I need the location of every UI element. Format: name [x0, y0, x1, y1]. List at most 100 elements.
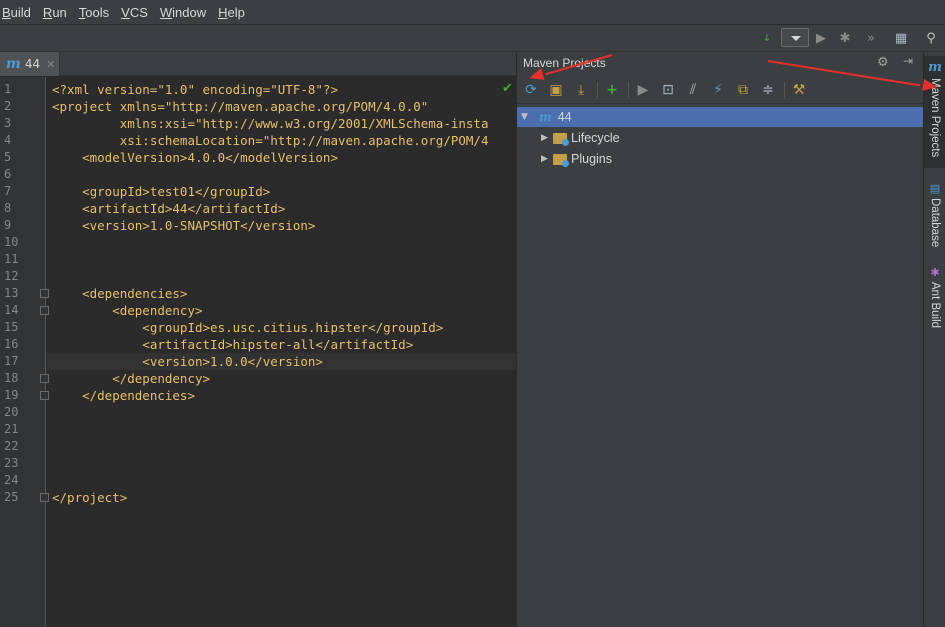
ant-icon: ✱ [930, 266, 940, 279]
tree-item-label: Lifecycle [571, 131, 620, 145]
skip-tests-icon[interactable]: ⚡ [709, 81, 727, 99]
folder-icon [553, 132, 569, 146]
menu-run[interactable]: Run [41, 5, 72, 20]
run-goal-icon[interactable]: ▶ [634, 81, 652, 99]
line-number: 15 [4, 320, 19, 334]
line-number: 6 [4, 167, 12, 181]
line-number: 2 [4, 99, 12, 113]
line-number: 8 [4, 201, 12, 215]
code-line[interactable]: <version>1.0-SNAPSHOT</version> [52, 217, 315, 234]
tree-item-lifecycle[interactable]: ▶ Lifecycle [517, 128, 924, 148]
side-tab-database[interactable]: ▤ Database [924, 182, 945, 254]
menu-tools[interactable]: Tools [77, 5, 114, 20]
coverage-icon[interactable]: » [862, 29, 880, 47]
database-icon: ▤ [929, 182, 941, 195]
show-dependencies-icon[interactable]: ⧉ [734, 81, 752, 99]
side-tab-maven-projects[interactable]: m Maven Projects [924, 56, 945, 168]
line-number: 4 [4, 133, 12, 147]
line-number: 24 [4, 473, 19, 487]
tree-item-root[interactable]: ▼ m 44 [517, 107, 924, 127]
download-sources-icon[interactable]: ⤓ [572, 81, 590, 99]
code-line[interactable]: <groupId>test01</groupId> [52, 183, 270, 200]
menu-bar: Build Run Tools VCS Window Help [0, 0, 945, 25]
code-line[interactable]: xmlns:xsi="http://www.w3.org/2001/XMLSch… [52, 115, 489, 132]
maven-icon: m [928, 60, 942, 75]
expanded-icon[interactable]: ▼ [521, 112, 533, 122]
line-number: 3 [4, 116, 12, 130]
annotation-arrow-head [922, 78, 938, 94]
code-area[interactable]: <?xml version="1.0" encoding="UTF-8"?> <p… [47, 77, 516, 627]
line-number: 1 [4, 82, 12, 96]
line-number: 5 [4, 150, 12, 164]
close-icon[interactable]: ✕ [46, 58, 55, 71]
line-number: 25 [4, 490, 19, 504]
run-configuration-select[interactable] [781, 28, 809, 47]
code-line[interactable]: <dependencies> [52, 285, 187, 302]
line-gutter: 1 2 3 4 5 6 7 8 9 10 11 12 13 14 15 16 17 18 19 20 21 22 23 24 2… [0, 77, 49, 627]
line-number: 20 [4, 405, 19, 419]
line-number: 21 [4, 422, 19, 436]
collapse-all-icon[interactable]: ≑ [759, 81, 777, 99]
menu-build[interactable]: Build [0, 5, 36, 20]
menu-window[interactable]: Window [158, 5, 211, 20]
collapsed-icon[interactable]: ▶ [541, 154, 553, 164]
debug-icon[interactable]: ✱ [836, 29, 854, 47]
gear-icon[interactable]: ⚙ [877, 55, 889, 70]
code-editor[interactable]: 1 2 3 4 5 6 7 8 9 10 11 12 13 14 15 16 17 18 19 20 21 22 23 24 2… [0, 77, 516, 627]
code-line[interactable]: <version>1.0.0</version> [52, 353, 323, 370]
line-number: 12 [4, 269, 19, 283]
tab-pom-44[interactable]: m 44 ✕ [0, 52, 60, 76]
maven-toolbar: ⟳ ▣ ⤓ + ▶ ⊡ ⫽ ⚡ ⧉ ≑ ⚒ [517, 76, 924, 104]
editor-tab-strip: m 44 ✕ [0, 52, 516, 76]
tree-item-plugins[interactable]: ▶ Plugins [517, 149, 924, 169]
code-line[interactable]: <modelVersion>4.0.0</modelVersion> [52, 149, 338, 166]
generate-sources-icon[interactable]: ▣ [547, 81, 565, 99]
hide-panel-icon[interactable]: ⇥ [903, 54, 913, 68]
line-number: 14 [4, 303, 19, 317]
toggle-offline-icon[interactable]: ⫽ [684, 81, 702, 99]
tab-label: 44 [24, 57, 41, 71]
menu-vcs[interactable]: VCS [119, 5, 153, 20]
run-icon[interactable]: ▶ [812, 29, 830, 47]
code-line[interactable]: </dependencies> [52, 387, 195, 404]
code-line[interactable]: </project> [52, 489, 127, 506]
toolbar-separator [628, 82, 629, 98]
side-tab-ant-build[interactable]: ✱ Ant Build [924, 266, 945, 338]
inspection-ok-icon: ✔ [502, 81, 513, 96]
code-line[interactable]: </dependency> [52, 370, 210, 387]
code-line[interactable]: <?xml version="1.0" encoding="UTF-8"?> [52, 81, 338, 98]
code-line[interactable]: <dependency> [52, 302, 202, 319]
maven-project-icon: m [539, 110, 552, 124]
menu-help[interactable]: Help [216, 5, 250, 20]
line-number: 10 [4, 235, 19, 249]
line-number: 17 [4, 354, 19, 368]
side-tab-label: Ant Build [929, 282, 941, 329]
code-line[interactable]: <artifactId>hipster-all</artifactId> [52, 336, 413, 353]
code-line[interactable]: xsi:schemaLocation="http://maven.apache.… [52, 132, 489, 149]
execute-goal-icon[interactable]: ⊡ [659, 81, 677, 99]
line-number: 22 [4, 439, 19, 453]
line-number: 18 [4, 371, 19, 385]
code-line[interactable]: <project xmlns="http://maven.apache.org/… [52, 98, 428, 115]
line-number: 11 [4, 252, 19, 266]
collapsed-icon[interactable]: ▶ [541, 133, 553, 143]
line-number: 13 [4, 286, 19, 300]
line-number: 19 [4, 388, 19, 402]
main-toolbar: ↓ ▶ ✱ » ▦ ⚲ [0, 25, 945, 52]
search-icon[interactable]: ⚲ [922, 29, 940, 47]
maven-settings-icon[interactable]: ⚒ [790, 81, 808, 99]
code-line[interactable]: <groupId>es.usc.citius.hipster</groupId> [52, 319, 443, 336]
build-project-icon[interactable]: ↓ [758, 29, 776, 47]
right-tool-strip: m Maven Projects ▤ Database ✱ Ant Build [923, 52, 945, 627]
maven-file-icon: m [6, 56, 21, 72]
line-number: 23 [4, 456, 19, 470]
toolbar-separator [784, 82, 785, 98]
project-structure-icon[interactable]: ▦ [892, 29, 910, 47]
folder-icon [553, 153, 569, 167]
tree-item-label: 44 [557, 110, 572, 124]
code-line[interactable]: <artifactId>44</artifactId> [52, 200, 285, 217]
line-number: 9 [4, 218, 12, 232]
add-project-icon[interactable]: + [603, 81, 621, 99]
maven-projects-panel: Maven Projects ⚙ ⇥ ⟳ ▣ ⤓ + ▶ ⊡ ⫽ ⚡ ⧉ ≑ ⚒… [516, 52, 924, 627]
toolbar-separator [597, 82, 598, 98]
